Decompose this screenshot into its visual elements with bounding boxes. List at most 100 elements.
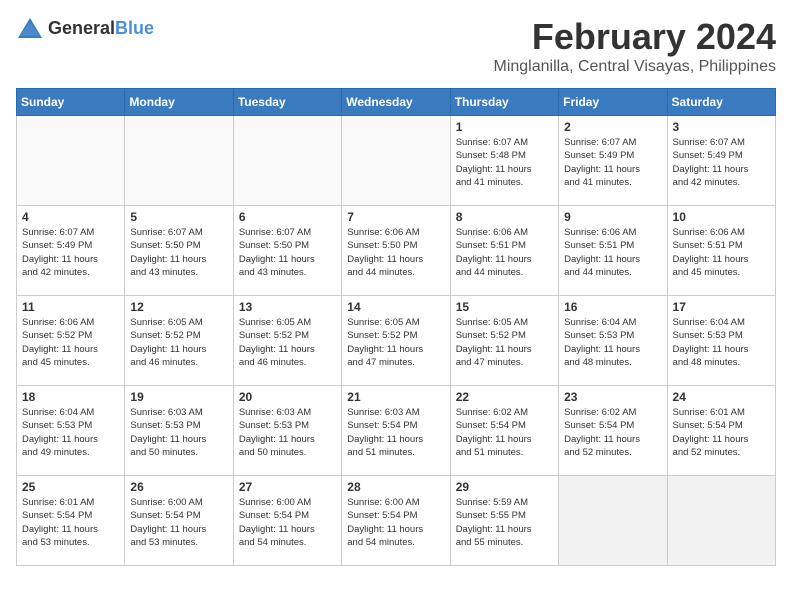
cell-info: Sunrise: 6:07 AM Sunset: 5:49 PM Dayligh… xyxy=(564,136,661,189)
location-title: Minglanilla, Central Visayas, Philippine… xyxy=(493,58,776,76)
cell-info: Sunrise: 6:03 AM Sunset: 5:54 PM Dayligh… xyxy=(347,406,444,459)
day-number: 27 xyxy=(239,480,336,494)
cell-info: Sunrise: 6:02 AM Sunset: 5:54 PM Dayligh… xyxy=(456,406,553,459)
cell-info: Sunrise: 6:06 AM Sunset: 5:51 PM Dayligh… xyxy=(564,226,661,279)
week-row-3: 11Sunrise: 6:06 AM Sunset: 5:52 PM Dayli… xyxy=(17,296,776,386)
header-sunday: Sunday xyxy=(17,89,125,116)
cell-info: Sunrise: 6:07 AM Sunset: 5:49 PM Dayligh… xyxy=(22,226,119,279)
calendar-cell: 7 Sunrise: 6:06 AM Sunset: 5:50 PM Daylig… xyxy=(342,206,450,296)
calendar-cell: 9 Sunrise: 6:06 AM Sunset: 5:51 PM Daylig… xyxy=(559,206,667,296)
calendar-cell: 3 Sunrise: 6:07 AM Sunset: 5:49 PM Daylig… xyxy=(667,116,775,206)
cell-info: Sunrise: 6:04 AM Sunset: 5:53 PM Dayligh… xyxy=(673,316,770,369)
cell-info: Sunrise: 6:06 AM Sunset: 5:50 PM Dayligh… xyxy=(347,226,444,279)
day-number: 10 xyxy=(673,210,770,224)
day-number: 21 xyxy=(347,390,444,404)
cell-info: Sunrise: 6:04 AM Sunset: 5:53 PM Dayligh… xyxy=(564,316,661,369)
calendar-cell: 1 Sunrise: 6:07 AM Sunset: 5:48 PM Daylig… xyxy=(450,116,558,206)
header-friday: Friday xyxy=(559,89,667,116)
day-number: 28 xyxy=(347,480,444,494)
cell-info: Sunrise: 6:01 AM Sunset: 5:54 PM Dayligh… xyxy=(673,406,770,459)
day-number: 22 xyxy=(456,390,553,404)
day-number: 19 xyxy=(130,390,227,404)
title-area: February 2024 Minglanilla, Central Visay… xyxy=(493,16,776,76)
week-row-4: 18 Sunrise: 6:04 AM Sunset: 5:53 PM Dayli… xyxy=(17,386,776,476)
calendar-cell: 28 Sunrise: 6:00 AM Sunset: 5:54 PM Dayli… xyxy=(342,476,450,566)
calendar-cell xyxy=(125,116,233,206)
day-number: 15 xyxy=(456,300,553,314)
cell-info: Sunrise: 6:03 AM Sunset: 5:53 PM Dayligh… xyxy=(130,406,227,459)
cell-info: Sunrise: 6:02 AM Sunset: 5:54 PM Dayligh… xyxy=(564,406,661,459)
cell-info: Sunrise: 6:07 AM Sunset: 5:49 PM Dayligh… xyxy=(673,136,770,189)
calendar-cell: 5 Sunrise: 6:07 AM Sunset: 5:50 PM Daylig… xyxy=(125,206,233,296)
logo-general: General xyxy=(48,18,115,38)
calendar-cell: 20 Sunrise: 6:03 AM Sunset: 5:53 PM Dayli… xyxy=(233,386,341,476)
header-wednesday: Wednesday xyxy=(342,89,450,116)
cell-info: Sunrise: 6:05 AM Sunset: 5:52 PM Dayligh… xyxy=(347,316,444,369)
week-row-1: 1 Sunrise: 6:07 AM Sunset: 5:48 PM Daylig… xyxy=(17,116,776,206)
day-number: 20 xyxy=(239,390,336,404)
day-number: 17 xyxy=(673,300,770,314)
cell-info: Sunrise: 6:05 AM Sunset: 5:52 PM Dayligh… xyxy=(239,316,336,369)
week-row-2: 4 Sunrise: 6:07 AM Sunset: 5:49 PM Daylig… xyxy=(17,206,776,296)
cell-info: Sunrise: 6:05 AM Sunset: 5:52 PM Dayligh… xyxy=(456,316,553,369)
calendar-cell xyxy=(667,476,775,566)
header-thursday: Thursday xyxy=(450,89,558,116)
cell-info: Sunrise: 6:04 AM Sunset: 5:53 PM Dayligh… xyxy=(22,406,119,459)
cell-info: Sunrise: 6:07 AM Sunset: 5:48 PM Dayligh… xyxy=(456,136,553,189)
cell-info: Sunrise: 6:00 AM Sunset: 5:54 PM Dayligh… xyxy=(239,496,336,549)
calendar-cell: 19 Sunrise: 6:03 AM Sunset: 5:53 PM Dayli… xyxy=(125,386,233,476)
cell-info: Sunrise: 6:01 AM Sunset: 5:54 PM Dayligh… xyxy=(22,496,119,549)
calendar-cell: 25Sunrise: 6:01 AM Sunset: 5:54 PM Dayli… xyxy=(17,476,125,566)
calendar-cell: 23 Sunrise: 6:02 AM Sunset: 5:54 PM Dayli… xyxy=(559,386,667,476)
month-title: February 2024 xyxy=(493,16,776,58)
day-number: 12 xyxy=(130,300,227,314)
calendar-cell: 8Sunrise: 6:06 AM Sunset: 5:51 PM Daylig… xyxy=(450,206,558,296)
day-number: 4 xyxy=(22,210,119,224)
day-number: 26 xyxy=(130,480,227,494)
cell-info: Sunrise: 6:06 AM Sunset: 5:51 PM Dayligh… xyxy=(456,226,553,279)
cell-info: Sunrise: 6:00 AM Sunset: 5:54 PM Dayligh… xyxy=(130,496,227,549)
cell-info: Sunrise: 6:07 AM Sunset: 5:50 PM Dayligh… xyxy=(239,226,336,279)
calendar-cell: 11Sunrise: 6:06 AM Sunset: 5:52 PM Dayli… xyxy=(17,296,125,386)
cell-info: Sunrise: 6:06 AM Sunset: 5:51 PM Dayligh… xyxy=(673,226,770,279)
calendar-cell: 27 Sunrise: 6:00 AM Sunset: 5:54 PM Dayli… xyxy=(233,476,341,566)
day-number: 3 xyxy=(673,120,770,134)
calendar-cell: 29 Sunrise: 5:59 AM Sunset: 5:55 PM Dayli… xyxy=(450,476,558,566)
calendar-cell: 18 Sunrise: 6:04 AM Sunset: 5:53 PM Dayli… xyxy=(17,386,125,476)
day-number: 9 xyxy=(564,210,661,224)
day-number: 5 xyxy=(130,210,227,224)
calendar-cell: 17 Sunrise: 6:04 AM Sunset: 5:53 PM Dayli… xyxy=(667,296,775,386)
calendar-cell: 24 Sunrise: 6:01 AM Sunset: 5:54 PM Dayli… xyxy=(667,386,775,476)
logo: GeneralBlue xyxy=(16,16,154,40)
cell-info: Sunrise: 5:59 AM Sunset: 5:55 PM Dayligh… xyxy=(456,496,553,549)
header-monday: Monday xyxy=(125,89,233,116)
day-number: 14 xyxy=(347,300,444,314)
day-number: 23 xyxy=(564,390,661,404)
calendar-cell: 4 Sunrise: 6:07 AM Sunset: 5:49 PM Daylig… xyxy=(17,206,125,296)
calendar-cell: 10 Sunrise: 6:06 AM Sunset: 5:51 PM Dayli… xyxy=(667,206,775,296)
calendar-cell xyxy=(342,116,450,206)
logo-icon xyxy=(16,16,44,40)
day-number: 18 xyxy=(22,390,119,404)
calendar-table: SundayMondayTuesdayWednesdayThursdayFrid… xyxy=(16,88,776,566)
day-number: 7 xyxy=(347,210,444,224)
calendar-cell xyxy=(559,476,667,566)
day-number: 29 xyxy=(456,480,553,494)
header-tuesday: Tuesday xyxy=(233,89,341,116)
calendar-cell: 14 Sunrise: 6:05 AM Sunset: 5:52 PM Dayli… xyxy=(342,296,450,386)
header-saturday: Saturday xyxy=(667,89,775,116)
calendar-cell: 12 Sunrise: 6:05 AM Sunset: 5:52 PM Dayli… xyxy=(125,296,233,386)
calendar-body: 1 Sunrise: 6:07 AM Sunset: 5:48 PM Daylig… xyxy=(17,116,776,566)
cell-info: Sunrise: 6:05 AM Sunset: 5:52 PM Dayligh… xyxy=(130,316,227,369)
calendar-cell: 13Sunrise: 6:05 AM Sunset: 5:52 PM Dayli… xyxy=(233,296,341,386)
day-number: 2 xyxy=(564,120,661,134)
cell-info: Sunrise: 6:00 AM Sunset: 5:54 PM Dayligh… xyxy=(347,496,444,549)
day-number: 24 xyxy=(673,390,770,404)
calendar-cell xyxy=(233,116,341,206)
calendar-cell: 26 Sunrise: 6:00 AM Sunset: 5:54 PM Dayli… xyxy=(125,476,233,566)
cell-info: Sunrise: 6:07 AM Sunset: 5:50 PM Dayligh… xyxy=(130,226,227,279)
day-number: 11 xyxy=(22,300,119,314)
cell-info: Sunrise: 6:03 AM Sunset: 5:53 PM Dayligh… xyxy=(239,406,336,459)
calendar-cell: 21 Sunrise: 6:03 AM Sunset: 5:54 PM Dayli… xyxy=(342,386,450,476)
day-number: 1 xyxy=(456,120,553,134)
